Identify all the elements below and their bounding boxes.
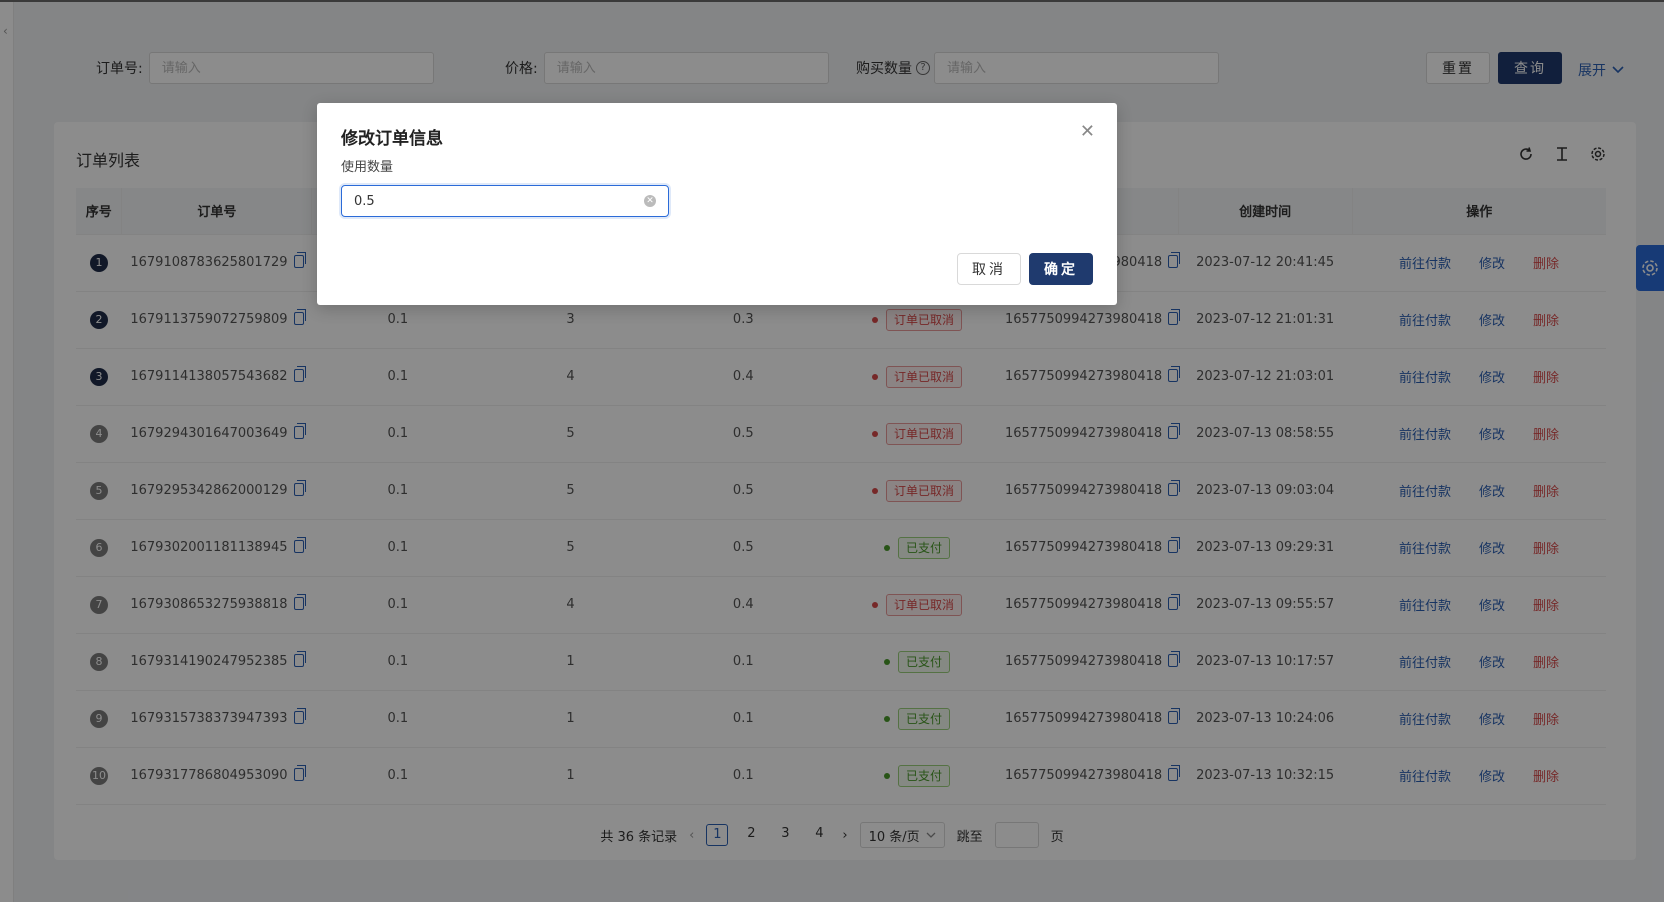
edit-order-dialog: 修改订单信息 ✕ 使用数量 ✕ 取消 确定 [317,103,1117,305]
field-label: 使用数量 [341,160,394,175]
quantity-input-wrapper[interactable]: ✕ [341,185,669,217]
confirm-button[interactable]: 确定 [1029,253,1093,285]
close-icon[interactable]: ✕ [1080,121,1095,142]
dialog-title: 修改订单信息 [341,129,443,149]
cancel-button[interactable]: 取消 [957,253,1021,285]
quantity-input[interactable] [354,193,644,209]
clear-icon[interactable]: ✕ [644,195,656,207]
